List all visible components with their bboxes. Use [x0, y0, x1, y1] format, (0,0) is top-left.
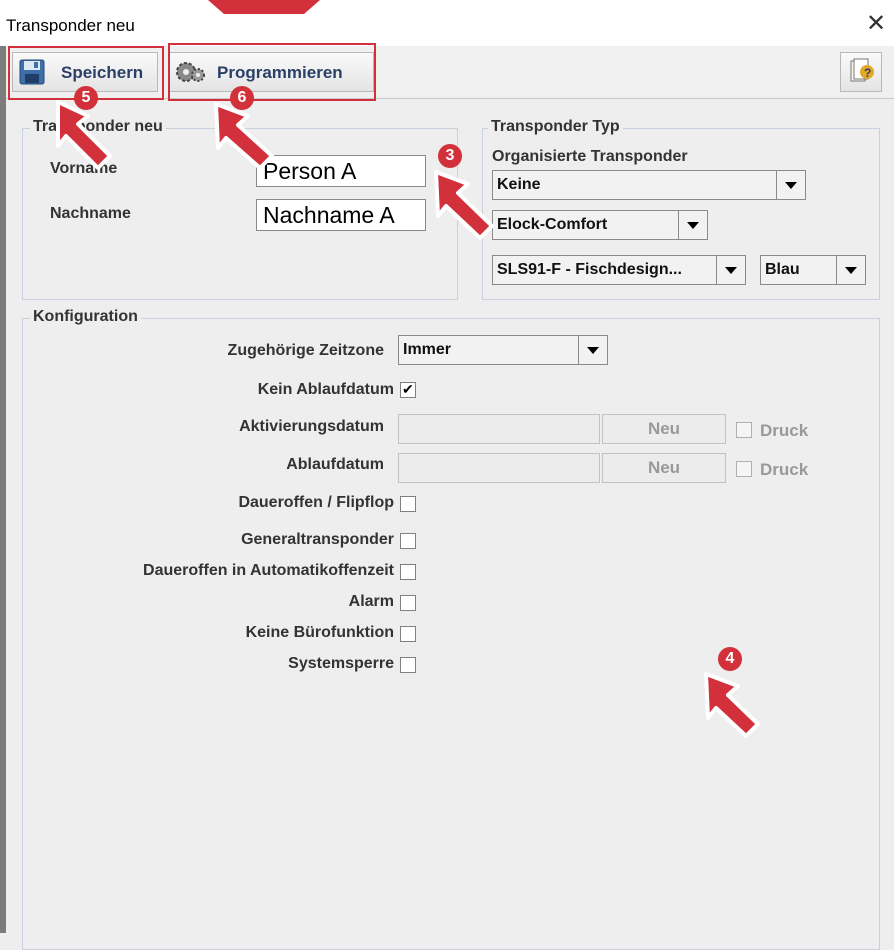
option-label-general: Generaltransponder	[241, 531, 394, 548]
timezone-value: Immer	[403, 341, 452, 358]
organized-transponder-select[interactable]: Keine	[492, 170, 806, 200]
activation-date-label: Aktivierungsdatum	[239, 418, 384, 435]
activation-print-label: Druck	[760, 421, 809, 440]
help-icon: ?	[850, 58, 874, 82]
annotation-arrow-top	[208, 0, 320, 14]
option-label-office: Keine Bürofunktion	[245, 624, 394, 641]
model-value: SLS91-F - Fischdesign...	[497, 261, 682, 278]
annotation-arrow-3	[434, 170, 494, 240]
color-value: Blau	[765, 261, 800, 278]
activation-print-checkbox[interactable]	[736, 422, 752, 438]
model-select[interactable]: SLS91-F - Fischdesign...	[492, 255, 746, 285]
chevron-down-icon	[776, 171, 805, 199]
window-title: Transponder neu	[6, 16, 135, 35]
organized-transponder-label: Organisierte Transponder	[492, 148, 688, 165]
svg-text:?: ?	[864, 66, 871, 80]
annotation-badge-6: 6	[230, 86, 254, 110]
option-label-systemlock: Systemsperre	[288, 655, 394, 672]
no-expiry-checkbox[interactable]	[400, 381, 416, 398]
expiry-date-field[interactable]	[398, 453, 600, 483]
option-checkbox-alarm[interactable]	[400, 595, 416, 611]
chevron-down-icon	[578, 336, 607, 364]
highlight-program	[168, 43, 376, 101]
option-checkbox-general[interactable]	[400, 533, 416, 549]
nachname-label: Nachname	[50, 205, 131, 222]
expiry-print-checkbox[interactable]	[736, 461, 752, 477]
nachname-field[interactable]: Nachname A	[256, 199, 426, 231]
expiry-print-label: Druck	[760, 460, 809, 479]
expiry-new-button[interactable]: Neu	[602, 453, 726, 483]
annotation-arrow-6	[214, 102, 274, 170]
transponder-type-legend: Transponder Typ	[488, 118, 623, 136]
chevron-down-icon	[678, 211, 707, 239]
option-label-flipflop: Daueroffen / Flipflop	[238, 494, 394, 511]
annotation-badge-5: 5	[74, 86, 98, 110]
chevron-down-icon	[836, 256, 865, 284]
system-select[interactable]: Elock-Comfort	[492, 210, 708, 240]
close-icon[interactable]: ✕	[866, 12, 886, 36]
color-select[interactable]: Blau	[760, 255, 866, 285]
option-checkbox-systemlock[interactable]	[400, 657, 416, 673]
activation-date-field[interactable]	[398, 414, 600, 444]
annotation-arrow-4	[704, 672, 760, 738]
annotation-badge-3: 3	[438, 144, 462, 168]
option-checkbox-flipflop[interactable]	[400, 496, 416, 512]
option-label-alarm: Alarm	[348, 593, 394, 610]
chevron-down-icon	[716, 256, 745, 284]
option-checkbox-office[interactable]	[400, 626, 416, 642]
annotation-badge-4: 4	[718, 647, 742, 671]
timezone-label: Zugehörige Zeitzone	[227, 342, 384, 359]
activation-new-button[interactable]: Neu	[602, 414, 726, 444]
option-checkbox-automatic[interactable]	[400, 564, 416, 580]
timezone-select[interactable]: Immer	[398, 335, 608, 365]
expiry-date-label: Ablaufdatum	[286, 456, 384, 473]
help-button[interactable]: ?	[840, 52, 882, 92]
configuration-legend: Konfiguration	[30, 308, 141, 326]
no-expiry-label: Kein Ablaufdatum	[257, 381, 394, 398]
title-bar: Transponder neu ✕	[0, 0, 894, 46]
background-window-edge	[0, 0, 6, 933]
option-label-automatic: Daueroffen in Automatikoffenzeit	[143, 562, 394, 579]
